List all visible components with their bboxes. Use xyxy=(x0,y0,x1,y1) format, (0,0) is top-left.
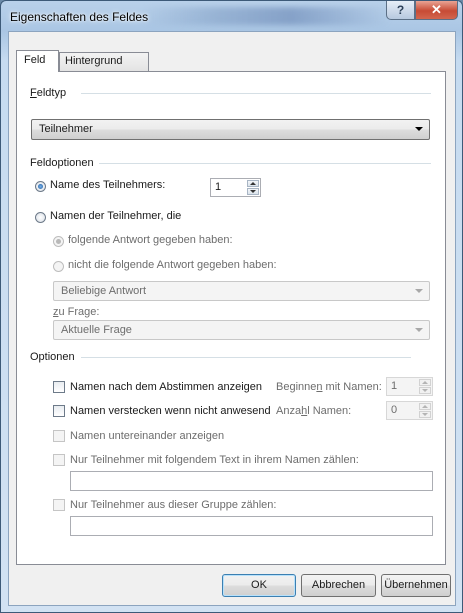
checkbox-namen-nach-abstimmen[interactable] xyxy=(53,381,65,393)
spin-down-icon[interactable] xyxy=(419,387,431,394)
window-title: Eigenschaften des Feldes xyxy=(10,10,149,24)
title-bar[interactable]: Eigenschaften des Feldes ? ✕ xyxy=(1,1,462,31)
cancel-button[interactable]: Abbrechen xyxy=(301,574,376,597)
beginnen-mit-namen-stepper[interactable]: 1 xyxy=(386,377,433,396)
anzahl-namen-label: Anzahl Namen: xyxy=(276,405,352,417)
name-text-input[interactable] xyxy=(70,471,433,491)
dialog-window: Eigenschaften des Feldes ? ✕ Feld Hinter… xyxy=(0,0,463,613)
radio-nicht-folgende-antwort[interactable] xyxy=(53,261,64,272)
chevron-down-icon xyxy=(415,289,423,293)
spin-up-icon[interactable] xyxy=(247,180,259,187)
checkbox-namen-verstecken[interactable] xyxy=(53,405,65,417)
radio-namen-der-teilnehmer[interactable] xyxy=(35,212,46,223)
ok-button[interactable]: OK xyxy=(222,574,296,597)
radio-folgende-antwort-label: folgende Antwort gegeben haben: xyxy=(68,234,233,246)
spin-up-icon[interactable] xyxy=(419,379,431,386)
tab-hintergrund[interactable]: Hintergrund xyxy=(59,52,149,71)
anzahl-namen-stepper[interactable]: 0 xyxy=(386,401,433,420)
radio-name-des-teilnehmers-label: Name des Teilnehmers: xyxy=(50,179,166,191)
checkbox-nur-teilnehmer-gruppe-label: Nur Teilnehmer aus dieser Gruppe zählen: xyxy=(70,499,277,511)
radio-namen-der-teilnehmer-label: Namen der Teilnehmer, die xyxy=(50,210,182,222)
help-button[interactable]: ? xyxy=(386,1,415,20)
apply-button[interactable]: Übernehmen xyxy=(381,574,451,597)
zu-frage-label: zu Frage: xyxy=(53,306,100,318)
dialog-client-area: Feld Hintergrund Feldtyp Teilnehmer Feld… xyxy=(8,31,456,606)
tab-panel-feld: Feldtyp Teilnehmer Feldoptionen Name des… xyxy=(16,71,446,565)
checkbox-nur-teilnehmer-gruppe[interactable] xyxy=(53,499,65,511)
help-icon: ? xyxy=(396,3,405,17)
close-button[interactable]: ✕ xyxy=(415,1,458,20)
spin-down-icon[interactable] xyxy=(247,188,259,195)
radio-nicht-folgende-antwort-label: nicht die folgende Antwort gegeben haben… xyxy=(68,259,277,271)
radio-folgende-antwort[interactable] xyxy=(53,236,64,247)
feldtyp-select[interactable]: Teilnehmer xyxy=(31,119,430,140)
title-bar-blur xyxy=(141,7,391,25)
chevron-down-icon xyxy=(415,328,423,332)
divider xyxy=(99,163,431,164)
radio-name-des-teilnehmers[interactable] xyxy=(35,181,46,192)
group-optionen-heading: Optionen xyxy=(30,351,75,363)
gruppe-input[interactable] xyxy=(70,516,433,536)
group-feldoptionen-heading: Feldoptionen xyxy=(30,157,94,169)
spin-down-icon[interactable] xyxy=(419,411,431,418)
checkbox-namen-verstecken-label: Namen verstecken wenn nicht anwesend xyxy=(70,405,271,417)
chevron-down-icon xyxy=(415,127,423,131)
group-feldtyp-heading: Feldtyp xyxy=(30,87,67,99)
divider xyxy=(81,93,431,94)
checkbox-nur-teilnehmer-text-label: Nur Teilnehmer mit folgendem Text in ihr… xyxy=(70,454,359,466)
checkbox-namen-untereinander[interactable] xyxy=(53,430,65,442)
checkbox-nur-teilnehmer-text[interactable] xyxy=(53,454,65,466)
beginnen-mit-namen-label: Beginnen mit Namen: xyxy=(276,381,382,393)
checkbox-namen-nach-abstimmen-label: Namen nach dem Abstimmen anzeigen xyxy=(70,381,262,393)
frage-select[interactable]: Aktuelle Frage xyxy=(53,320,430,340)
teilnehmer-number-stepper[interactable]: 1 xyxy=(210,178,261,197)
antwort-select[interactable]: Beliebige Antwort xyxy=(53,281,430,301)
checkbox-namen-untereinander-label: Namen untereinander anzeigen xyxy=(70,430,225,442)
tab-feld[interactable]: Feld xyxy=(16,50,59,72)
close-icon: ✕ xyxy=(431,2,442,17)
spin-up-icon[interactable] xyxy=(419,403,431,410)
divider xyxy=(81,357,411,358)
